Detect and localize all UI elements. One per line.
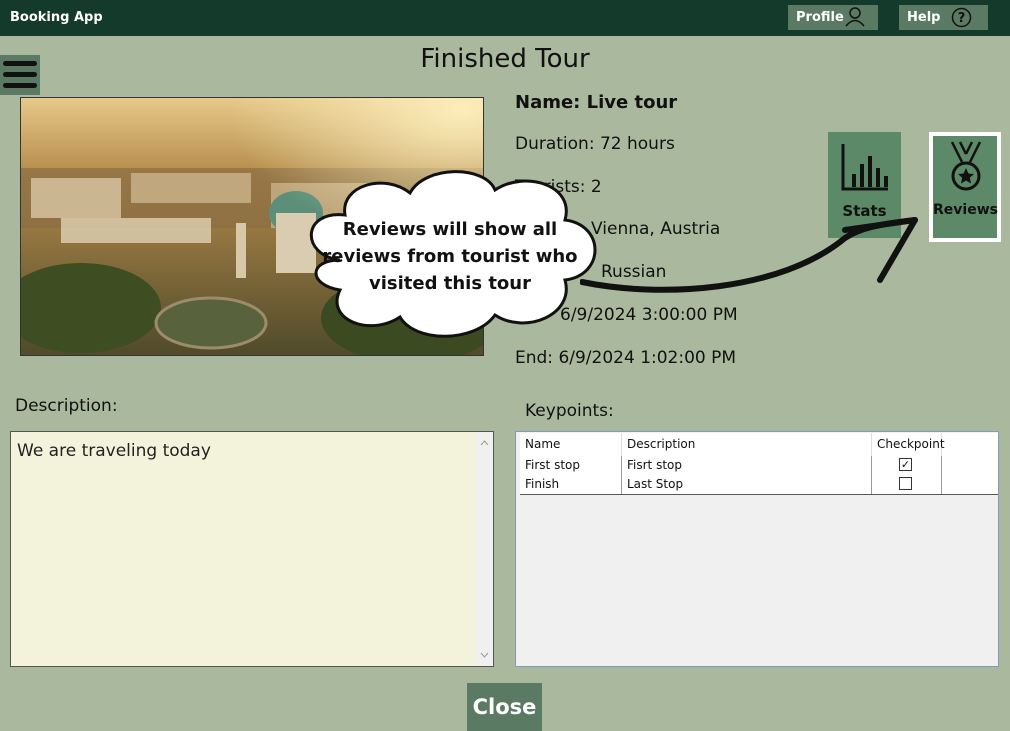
user-icon [845,7,865,27]
tour-name: Name: Live tour [515,92,678,113]
tooltip-text: Reviews will show all reviews from touri… [318,216,582,297]
keypoints-table: Name Description Checkpoint First stop F… [515,431,999,667]
column-header-description[interactable]: Description [622,433,872,456]
close-button[interactable]: Close [467,683,542,731]
description-textbox[interactable]: We are traveling today [10,431,494,667]
help-label: Help [907,10,941,25]
row-name-cell: Finish [520,475,622,494]
description-text: We are traveling today [17,441,211,461]
reviews-label: Reviews [933,202,998,218]
column-header-name[interactable]: Name [520,433,622,456]
svg-text:?: ? [958,11,966,26]
tour-end: End: 6/9/2024 1:02:00 PM [515,348,737,368]
menu-line-icon [3,83,37,88]
reviews-button[interactable]: Reviews [929,132,1001,242]
description-label: Description: [15,396,118,416]
checkpoint-checkbox[interactable] [899,477,912,490]
title-bar: Booking App Profile Help ? [0,0,1010,36]
scroll-up-icon [480,440,489,446]
help-icon: ? [951,7,972,28]
pointer-arrow [580,217,918,293]
table-row[interactable]: First stop Fisrt stop ✓ [520,456,998,476]
row-checkpoint-cell: ✓ [872,456,942,475]
tooltip-line: reviews from tourist who [322,246,578,267]
column-header-checkpoint[interactable]: Checkpoint [872,433,945,456]
medal-icon [950,141,982,191]
row-description-cell: Last Stop [622,475,872,494]
tooltip-line: Reviews will show all [342,219,558,240]
row-description-cell: Fisrt stop [622,456,872,475]
row-checkpoint-cell [872,475,942,494]
keypoints-label: Keypoints: [525,401,614,421]
row-name-cell: First stop [520,456,622,475]
table-row[interactable]: Finish Last Stop [520,475,998,495]
description-scrollbar[interactable] [476,432,493,666]
scroll-down-icon [480,652,489,658]
tour-duration: Duration: 72 hours [515,134,675,154]
tooltip-line: visited this tour [369,273,531,294]
help-button[interactable]: Help ? [899,5,988,30]
profile-label: Profile [796,10,844,25]
profile-button[interactable]: Profile [788,5,878,30]
bar-chart-icon [841,144,888,191]
checkpoint-checkbox[interactable]: ✓ [899,458,912,471]
table-header-row: Name Description Checkpoint [520,433,998,457]
app-title: Booking App [10,10,103,25]
page-title: Finished Tour [420,44,590,74]
